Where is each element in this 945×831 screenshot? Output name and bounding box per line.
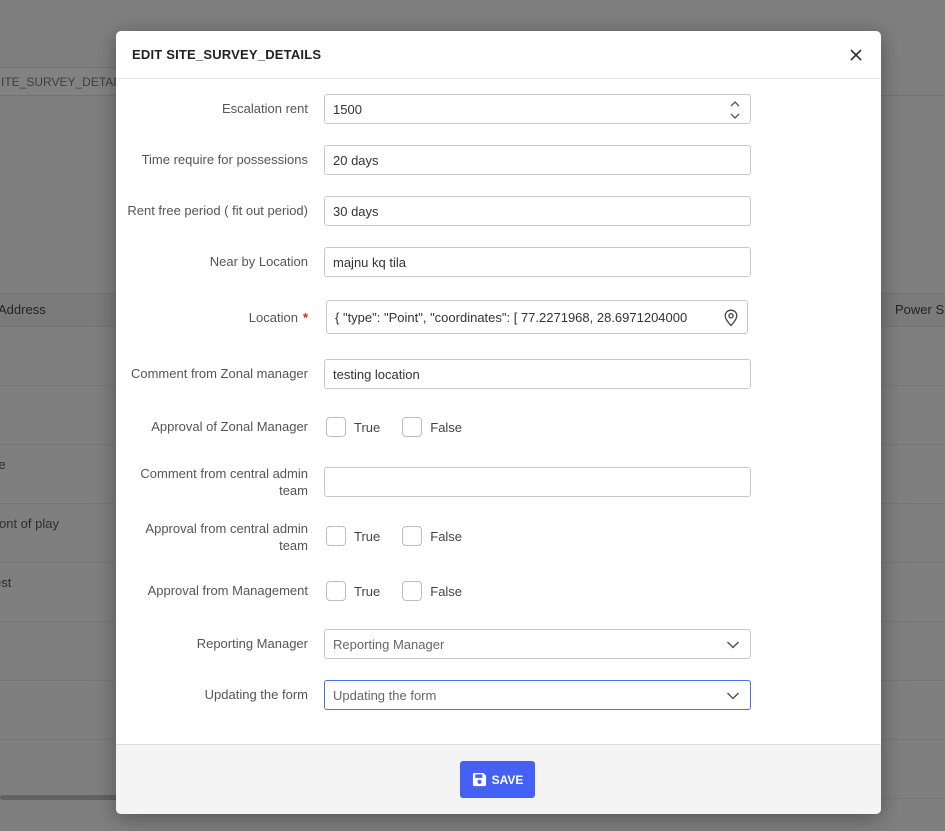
checkbox[interactable] [326, 581, 346, 601]
dialog-title: EDIT SITE_SURVEY_DETAILS [132, 47, 322, 62]
management-approval-label: Approval from Management [147, 583, 308, 598]
time-possession-input[interactable]: 20 days [324, 145, 751, 175]
location-label: Location * [249, 309, 308, 326]
location-label-text: Location [248, 310, 298, 325]
reporting-manager-select[interactable]: Reporting Manager [324, 629, 751, 659]
rent-free-value: 30 days [333, 203, 379, 219]
escalation-rent-label: Escalation rent [222, 101, 308, 116]
chevron-down-icon [726, 641, 740, 649]
label-line: Comment from central admin [140, 466, 308, 481]
checkbox[interactable] [402, 526, 423, 546]
checkbox[interactable] [326, 526, 346, 546]
dialog-footer: SAVE [116, 744, 881, 814]
zonal-comment-input[interactable]: testing location [324, 359, 751, 389]
management-approval-true-option[interactable]: True [326, 581, 380, 601]
checkbox[interactable] [402, 417, 423, 437]
reporting-manager-label: Reporting Manager [196, 636, 308, 651]
near-by-location-value: majnu kq tila [333, 254, 406, 270]
escalation-rent-input[interactable]: 1500 [324, 94, 751, 124]
updating-form-select[interactable]: Updating the form [324, 680, 751, 710]
location-value: { "type": "Point", "coordinates": [ 77.2… [335, 309, 688, 325]
checkbox[interactable] [326, 417, 346, 437]
option-label: False [430, 528, 463, 544]
label-line: team [279, 538, 308, 553]
zonal-approval-false-option[interactable]: False [402, 417, 462, 437]
updating-form-placeholder: Updating the form [333, 687, 437, 703]
zonal-approval-true-option[interactable]: True [326, 417, 380, 437]
rent-free-input[interactable]: 30 days [324, 196, 751, 226]
zonal-comment-value: testing location [333, 366, 420, 382]
close-button[interactable] [845, 44, 867, 66]
dialog-body: Escalation rent 1500 Time require for po… [116, 79, 881, 744]
zonal-comment-label: Comment from Zonal manager [130, 366, 308, 381]
rent-free-label: Rent free period ( fit out period) [127, 203, 308, 218]
label-line: team [279, 483, 308, 498]
option-label: True [354, 419, 381, 435]
reporting-manager-placeholder: Reporting Manager [333, 636, 445, 652]
time-possession-value: 20 days [333, 152, 379, 168]
updating-form-label: Updating the form [204, 687, 308, 702]
close-icon [850, 49, 862, 61]
map-pin-icon[interactable] [723, 309, 739, 327]
option-label: True [354, 583, 381, 599]
save-label: SAVE [491, 772, 524, 787]
central-approval-label: Approval from central admin team [145, 520, 308, 554]
required-marker: * [302, 310, 308, 325]
location-input[interactable]: { "type": "Point", "coordinates": [ 77.2… [326, 300, 748, 334]
dialog-header: EDIT SITE_SURVEY_DETAILS [116, 31, 881, 79]
management-approval-options: True False [326, 581, 484, 601]
central-comment-label: Comment from central admin team [140, 465, 308, 499]
edit-dialog: EDIT SITE_SURVEY_DETAILS Escalation rent… [116, 31, 881, 814]
central-approval-options: True False [326, 526, 484, 546]
management-approval-false-option[interactable]: False [402, 581, 462, 601]
near-by-location-input[interactable]: majnu kq tila [324, 247, 751, 277]
option-label: False [430, 583, 463, 599]
escalation-rent-value: 1500 [333, 101, 362, 117]
label-line: Approval from central admin [145, 521, 308, 536]
zonal-approval-options: True False [326, 417, 484, 437]
option-label: False [430, 419, 463, 435]
zonal-approval-label: Approval of Zonal Manager [151, 419, 308, 434]
checkbox[interactable] [402, 581, 423, 601]
central-approval-false-option[interactable]: False [402, 526, 462, 546]
option-label: True [354, 528, 381, 544]
time-possession-label: Time require for possessions [141, 152, 308, 167]
chevron-down-icon [726, 692, 740, 700]
save-button[interactable]: SAVE [460, 761, 535, 798]
near-by-location-label: Near by Location [209, 254, 308, 269]
spinner-arrows-icon[interactable] [729, 98, 741, 122]
floppy-disk-icon [472, 772, 486, 787]
central-comment-input[interactable] [324, 467, 751, 497]
central-approval-true-option[interactable]: True [326, 526, 380, 546]
